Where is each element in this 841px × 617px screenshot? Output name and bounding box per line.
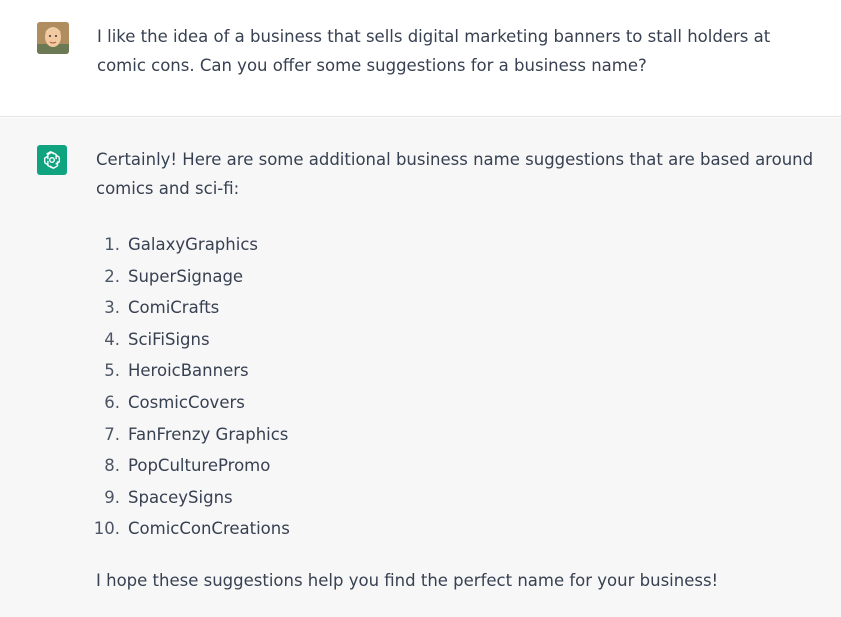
list-number: 5. (104, 361, 120, 381)
list-item: 2. SuperSignage (84, 261, 290, 293)
list-item-text: SciFiSigns (128, 329, 210, 349)
list-number: 2. (104, 266, 120, 286)
list-item-text: GalaxyGraphics (128, 235, 258, 254)
list-number: 6. (104, 392, 120, 412)
list-item: 1. GalaxyGraphics (84, 229, 290, 261)
suggestion-list: 1. GalaxyGraphics 2. SuperSignage 3. ComiCr… (84, 229, 290, 545)
user-message-text: I like the idea of a business that sells… (97, 27, 771, 75)
list-item: 5. HeroicBanners (84, 355, 290, 387)
list-item: 3. ComiCrafts (84, 292, 290, 324)
list-item-text: PopCulturePromo (128, 456, 271, 476)
user-avatar-icon (37, 22, 69, 54)
openai-logo-icon (37, 145, 67, 175)
list-item: 9. SpaceySigns (84, 482, 290, 514)
user-message-row: I like the idea of a business that sells… (0, 0, 841, 117)
list-item-text: HeroicBanners (128, 361, 249, 381)
list-item-text: ComiCrafts (128, 298, 220, 318)
list-number: 4. (104, 329, 120, 349)
list-item: 7. FanFrenzy Graphics (84, 419, 290, 451)
list-item-text: FanFrenzy Graphics (128, 424, 289, 444)
assistant-intro-text: Certainly! Here are some additional busi… (96, 150, 814, 198)
assistant-closing-text: I hope these suggestions help you find t… (96, 571, 719, 590)
list-number: 8. (104, 456, 120, 476)
list-number: 7. (104, 424, 120, 444)
list-number: 10. (93, 519, 120, 539)
list-number: 3. (104, 298, 120, 318)
list-number: 1. (104, 235, 120, 254)
list-item: 8. PopCulturePromo (84, 450, 290, 482)
list-number: 9. (104, 487, 120, 507)
list-item: 6. CosmicCovers (84, 387, 290, 419)
list-item-text: ComicConCreations (128, 519, 290, 539)
list-item-text: SuperSignage (128, 266, 244, 286)
list-item: 4. SciFiSigns (84, 324, 290, 356)
list-item-text: CosmicCovers (128, 392, 245, 412)
list-item-text: SpaceySigns (128, 487, 233, 507)
assistant-message-row: Certainly! Here are some additional busi… (0, 118, 841, 617)
list-item: 10. ComicConCreations (84, 513, 290, 545)
